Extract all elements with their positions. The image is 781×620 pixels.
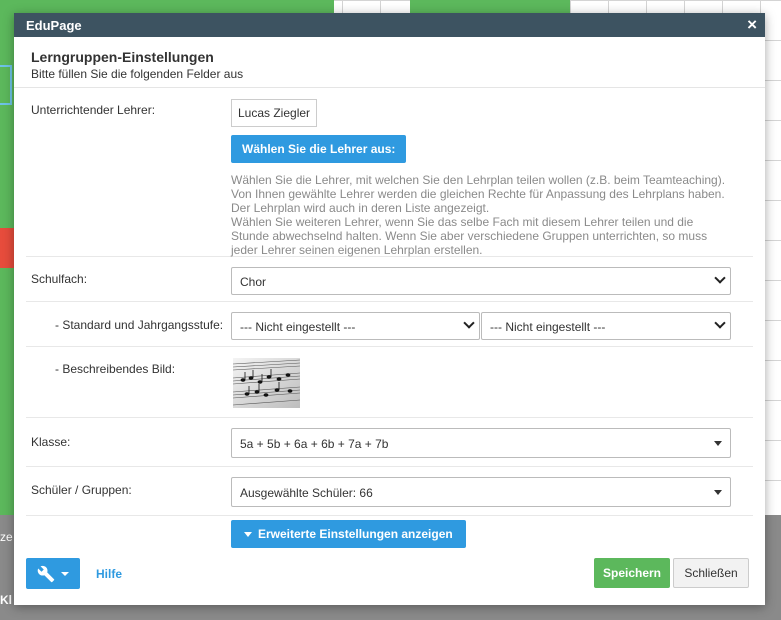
close-button[interactable]: Schließen bbox=[673, 558, 749, 588]
choose-teachers-button[interactable]: Wählen Sie die Lehrer aus: bbox=[231, 135, 407, 163]
help-line: Der Lehrplan wird auch in deren Liste an… bbox=[231, 201, 490, 215]
teacher-label: Unterrichtender Lehrer: bbox=[31, 103, 156, 117]
sheet-music-image[interactable] bbox=[232, 358, 301, 408]
help-line: Stunde abwechselnd halten. Wenn Sie aber… bbox=[231, 229, 708, 243]
close-icon[interactable]: × bbox=[747, 15, 757, 35]
help-line: Von Ihnen gewählte Lehrer werden die gle… bbox=[231, 187, 725, 201]
students-select[interactable]: Ausgewählte Schüler: 66 bbox=[231, 477, 731, 507]
background-text-2: Kl bbox=[0, 593, 12, 607]
subject-select[interactable]: Chor bbox=[231, 267, 731, 295]
wrench-icon bbox=[37, 565, 55, 583]
dialog-header: Lerngruppen-Einstellungen Bitte füllen S… bbox=[14, 37, 765, 88]
dialog-titlebar: EduPage × bbox=[14, 13, 765, 37]
background-green-band-2 bbox=[410, 0, 570, 13]
standard-select[interactable]: --- Nicht eingestellt --- bbox=[231, 312, 480, 340]
teacher-row: Unterrichtender Lehrer: Lucas Ziegler Wä… bbox=[26, 88, 753, 257]
class-select-value: 5a + 5b + 6a + 6b + 7a + 7b bbox=[240, 437, 389, 451]
show-advanced-settings-button[interactable]: Erweiterte Einstellungen anzeigen bbox=[231, 520, 466, 548]
background-green-band-1 bbox=[14, 0, 334, 13]
caret-down-icon bbox=[61, 572, 69, 576]
subject-select-value: Chor bbox=[240, 275, 267, 289]
page-subtitle: Bitte füllen Sie die folgenden Felder au… bbox=[31, 67, 244, 81]
sheet-music-icon bbox=[232, 358, 301, 408]
students-row: Schüler / Gruppen: Ausgewählte Schüler: … bbox=[26, 467, 753, 516]
caret-down-icon bbox=[714, 441, 722, 446]
class-label: Klasse: bbox=[31, 435, 71, 449]
subject-label: Schulfach: bbox=[31, 272, 88, 286]
background-selected-cell bbox=[0, 65, 12, 105]
grade-level-select[interactable]: --- Nicht eingestellt --- bbox=[481, 312, 731, 340]
standard-label: - Standard und Jahrgangsstufe: bbox=[55, 318, 224, 332]
dialog-title: EduPage bbox=[26, 18, 82, 33]
tools-menu-button[interactable] bbox=[26, 558, 80, 589]
chevron-down-icon bbox=[714, 317, 726, 329]
class-row: Klasse: 5a + 5b + 6a + 6b + 7a + 7b bbox=[26, 418, 753, 467]
caret-down-icon bbox=[714, 490, 722, 495]
caret-down-icon bbox=[244, 532, 252, 538]
help-line: jeder Lehrer seinen eigenen Lehrplan ers… bbox=[231, 243, 483, 257]
page-title: Lerngruppen-Einstellungen bbox=[31, 49, 214, 65]
chevron-down-icon bbox=[714, 272, 726, 284]
show-advanced-settings-label: Erweiterte Einstellungen anzeigen bbox=[258, 527, 453, 541]
learning-group-settings-dialog: EduPage × Lerngruppen-Einstellungen Bitt… bbox=[14, 13, 765, 605]
students-label: Schüler / Gruppen: bbox=[31, 483, 132, 497]
teacher-value: Lucas Ziegler bbox=[231, 99, 318, 127]
background-red-cell bbox=[0, 228, 14, 268]
save-button[interactable]: Speichern bbox=[594, 558, 670, 588]
chevron-down-icon bbox=[463, 317, 475, 329]
students-select-value: Ausgewählte Schüler: 66 bbox=[240, 486, 373, 500]
background-text-1: ze bbox=[0, 530, 13, 544]
help-line: Wählen Sie die Lehrer, mit welchen Sie d… bbox=[231, 173, 726, 187]
help-line: Wählen Sie weiteren Lehrer, wenn Sie das… bbox=[231, 215, 694, 229]
grade-level-select-value: --- Nicht eingestellt --- bbox=[490, 320, 606, 334]
teacher-help-text: Wählen Sie die Lehrer, mit welchen Sie d… bbox=[231, 173, 731, 264]
standard-row: - Standard und Jahrgangsstufe: --- Nicht… bbox=[26, 302, 753, 347]
help-link[interactable]: Hilfe bbox=[96, 567, 122, 581]
standard-select-value: --- Nicht eingestellt --- bbox=[240, 320, 356, 334]
image-label: - Beschreibendes Bild: bbox=[55, 362, 176, 376]
subject-row: Schulfach: Chor bbox=[26, 257, 753, 302]
image-row: - Beschreibendes Bild: bbox=[26, 347, 753, 418]
class-select[interactable]: 5a + 5b + 6a + 6b + 7a + 7b bbox=[231, 428, 731, 458]
